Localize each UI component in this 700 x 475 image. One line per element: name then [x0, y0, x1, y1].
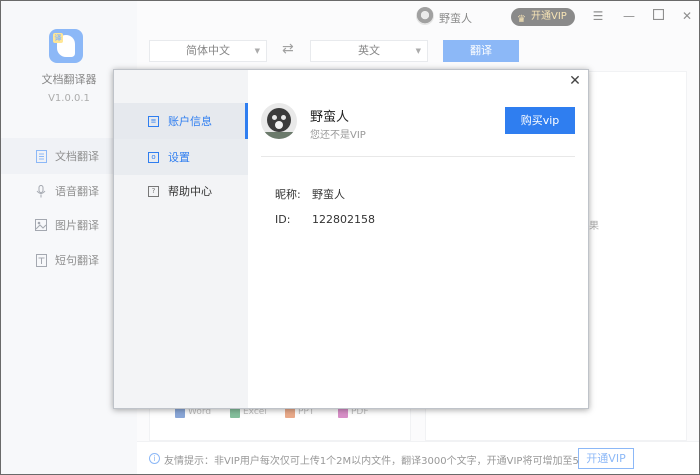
user-card-icon: ≡: [148, 115, 159, 127]
dialog-nav-label: 账户信息: [168, 115, 212, 128]
account-dialog: ≡ 账户信息 o 设置 ? 帮助中心 ✕ 野蛮人 您还不是VIP 购买vip 昵…: [113, 69, 589, 409]
dialog-nav-help[interactable]: ? 帮助中心: [114, 173, 248, 209]
dialog-close-icon[interactable]: ✕: [568, 74, 582, 88]
dialog-nav-label: 设置: [168, 151, 190, 164]
nickname-value: 野蛮人: [312, 188, 345, 201]
dialog-nav-account[interactable]: ≡ 账户信息: [114, 103, 248, 139]
dialog-nav-label: 帮助中心: [168, 185, 212, 198]
id-label: ID:: [275, 213, 291, 226]
dialog-nav: ≡ 账户信息 o 设置 ? 帮助中心: [114, 70, 248, 408]
buy-vip-button[interactable]: 购买vip: [505, 107, 575, 134]
dialog-nav-settings[interactable]: o 设置: [114, 139, 248, 175]
avatar: [261, 103, 297, 139]
vip-status: 您还不是VIP: [310, 130, 366, 141]
id-value: 122802158: [312, 213, 375, 226]
app-window: 译 文档翻译器 V1.0.0.1 文档翻译 语音翻译 图片翻译 短句翻译 野蛮人…: [0, 0, 700, 475]
settings-icon: o: [148, 151, 159, 163]
user-name: 野蛮人: [310, 110, 350, 125]
nickname-label: 昵称:: [275, 188, 301, 201]
help-icon: ?: [148, 185, 159, 197]
divider: [261, 156, 575, 157]
